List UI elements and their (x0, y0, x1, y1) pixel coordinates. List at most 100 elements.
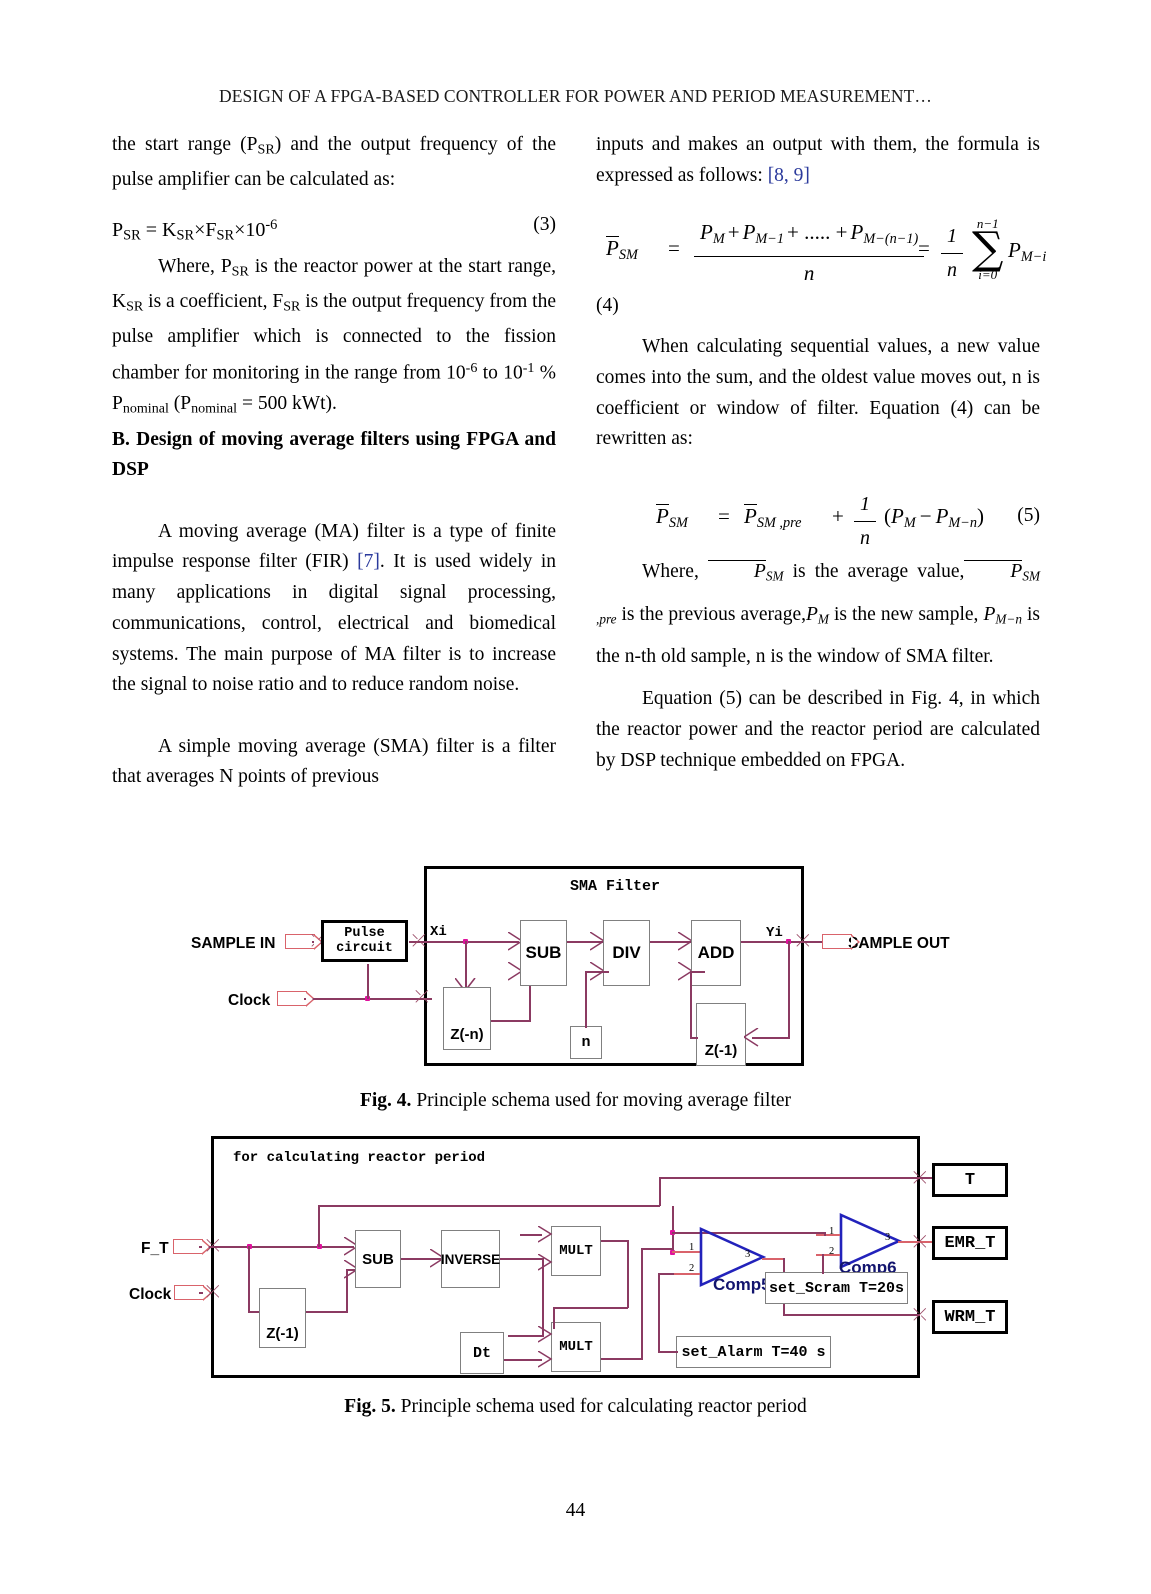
block-delay-n[interactable]: Z(-n) (443, 987, 491, 1050)
block-div[interactable]: DIV (603, 920, 650, 986)
block-sub-label: SUB (525, 943, 562, 962)
output-box-emr-t-label: EMR_T (944, 1233, 996, 1253)
eq4-equals-1: = (668, 236, 680, 261)
wire-alarm-to-comp5 (658, 1273, 674, 1275)
equation-4: PSM = PM + PM−1 + ..... + PM−(n−1) n = 1 n n… (596, 211, 1046, 289)
block-div-label: DIV (612, 943, 641, 962)
sma-filter-title: SMA Filter (570, 878, 661, 895)
eq5-equals: = (718, 503, 730, 528)
wire-mult-top-out (601, 1240, 629, 1242)
right-para-1: inputs and makes an output with them, th… (596, 130, 1040, 191)
comp5-pin-3: 3 (745, 1249, 751, 1260)
lp2-e2: -1 (522, 360, 535, 377)
wire-mult-top-down (627, 1240, 629, 1308)
block-delay-1-f5[interactable]: Z(-1) (259, 1288, 306, 1348)
eq4-lhs-p: P (606, 236, 619, 261)
left-para-4: A simple moving average (SMA) filter is … (112, 735, 556, 788)
citation-8-9[interactable]: [8, 9] (768, 165, 810, 186)
eq4-lhs-sub: SM (618, 247, 638, 264)
wire-comp6-in2 (816, 1254, 840, 1256)
block-pulse-circuit[interactable]: Pulse circuit (321, 920, 408, 962)
lp2-t8: = 500 kWt). (237, 393, 337, 415)
block-pulse-circuit-line1: Pulse (344, 925, 385, 941)
output-box-wrm-t[interactable]: WRM_T (932, 1300, 1008, 1334)
arrow-mult-top-in2 (538, 1254, 553, 1271)
boundary-marker-emr: ⤫ (913, 1232, 927, 1251)
wire-delay1-up (690, 971, 692, 1038)
eq3-exp: -6 (265, 216, 278, 233)
setbox-scram[interactable]: set_Scram T=20s (765, 1272, 908, 1304)
block-dt-const[interactable]: Dt (460, 1332, 504, 1374)
wire-comp5-out (762, 1258, 784, 1260)
rp3-t3: is the previous average, (616, 603, 806, 625)
wire-clock-to-pulse (367, 964, 369, 999)
block-n-const[interactable]: n (570, 1026, 602, 1059)
left-para-3: A moving average (MA) filter is a type o… (112, 517, 556, 701)
block-sub[interactable]: SUB (520, 920, 567, 986)
rp3-t2: is the average value, (783, 560, 965, 582)
output-box-t[interactable]: T (932, 1163, 1008, 1197)
wire-mult-top-loop-down (553, 1307, 555, 1329)
port-clock5-label: Clock (129, 1286, 172, 1303)
wire-ft-top-right (318, 1205, 660, 1207)
lp2-t3: is a coefficient, F (143, 291, 284, 313)
wire-to-t-up (659, 1177, 661, 1206)
boundary-marker-yi: ⤫ (796, 931, 810, 950)
output-box-t-label: T (964, 1170, 976, 1190)
wire-mult-top-in1 (520, 1234, 542, 1236)
eq4-equals-2: = (918, 236, 930, 261)
block-add[interactable]: ADD (691, 920, 741, 986)
lp2-s1: SR (231, 263, 249, 280)
block-delay-n-label: Z(-n) (450, 1026, 484, 1043)
output-box-emr-t[interactable]: EMR_T (932, 1226, 1008, 1260)
wire-ft-up (318, 1205, 320, 1247)
lp2-t5: to 10 (477, 362, 523, 384)
block-mult-top[interactable]: MULT (551, 1226, 601, 1276)
wire-delayn-out (491, 1020, 531, 1022)
wire-to-t-output (660, 1177, 946, 1179)
eq4-one-over-n: 1 n (941, 221, 963, 285)
left-para-2: Where, PSR is the reactor power at the s… (112, 252, 556, 425)
equation-3: PSR = KSR×FSR×10-6 (3) (112, 210, 556, 244)
comparator-5-label: Comp5 (713, 1275, 771, 1294)
wire-yi-feedback (788, 941, 790, 1037)
arrow-mult-bottom-in1 (538, 1326, 553, 1343)
wire-ft-main (199, 1246, 354, 1248)
block-mult-bottom[interactable]: MULT (551, 1322, 601, 1372)
block-add-label: ADD (697, 943, 735, 962)
body-columns: the start range (PSR) and the output fre… (112, 130, 1046, 793)
wire-bus-comp5 (672, 1206, 674, 1252)
figure-4: SMA Filter SAMPLE IN ⤫ Pulse circuit Clo… (0, 860, 1151, 1080)
block-mult-top-label: MULT (559, 1243, 593, 1259)
comp6-pin-3: 3 (885, 1232, 891, 1243)
block-delay-1[interactable]: Z(-1) (696, 1003, 746, 1066)
figure-5-caption: Fig. 5. Principle schema used for calcul… (0, 1396, 1151, 1418)
block-inverse[interactable]: INVERSE (441, 1230, 500, 1288)
left-para-1: the start range (PSR) and the output fre… (112, 130, 556, 196)
left-para-1-sub: SR (257, 141, 275, 158)
section-heading-b: B. Design of moving average filters usin… (112, 428, 556, 481)
boundary-marker-clock: ⤫ (415, 987, 429, 1006)
figure-5-caption-label: Fig. 5. (344, 1396, 396, 1417)
port-clock-arrow (277, 990, 315, 1007)
boundary-marker-xi: ⤫ (412, 931, 426, 950)
setbox-alarm-label: set_Alarm T=40 s (681, 1343, 826, 1361)
block-sub-f5-label: SUB (362, 1250, 394, 1268)
left-column: the start range (PSR) and the output fre… (112, 130, 556, 793)
lp2-s5: nominal (191, 400, 238, 417)
output-box-wrm-t-label: WRM_T (944, 1307, 996, 1327)
wire-mult-bottom-up (641, 1248, 643, 1360)
figure-5-title: for calculating reactor period (233, 1150, 486, 1166)
rp1-t1: inputs and makes an output with them, th… (596, 134, 1040, 186)
figure-4-caption: Fig. 4. Principle schema used for moving… (0, 1090, 1151, 1112)
wire-mult-bottom-out (601, 1358, 643, 1360)
eq3-times1: ×F (194, 218, 217, 241)
citation-7[interactable]: [7] (357, 551, 380, 572)
wire-comp6-pin1-link (824, 1232, 826, 1236)
arrow-delay1-in (744, 1028, 759, 1047)
equation-3-body: PSR = KSR×FSR×10-6 (112, 216, 278, 244)
block-sub-f5[interactable]: SUB (355, 1230, 401, 1288)
equation-5: PSM = PSM ,pre + 1 n (PM − PM−n) (5) (596, 481, 1040, 553)
setbox-alarm[interactable]: set_Alarm T=40 s (676, 1336, 831, 1368)
port-ft-label: F_T (141, 1240, 169, 1257)
